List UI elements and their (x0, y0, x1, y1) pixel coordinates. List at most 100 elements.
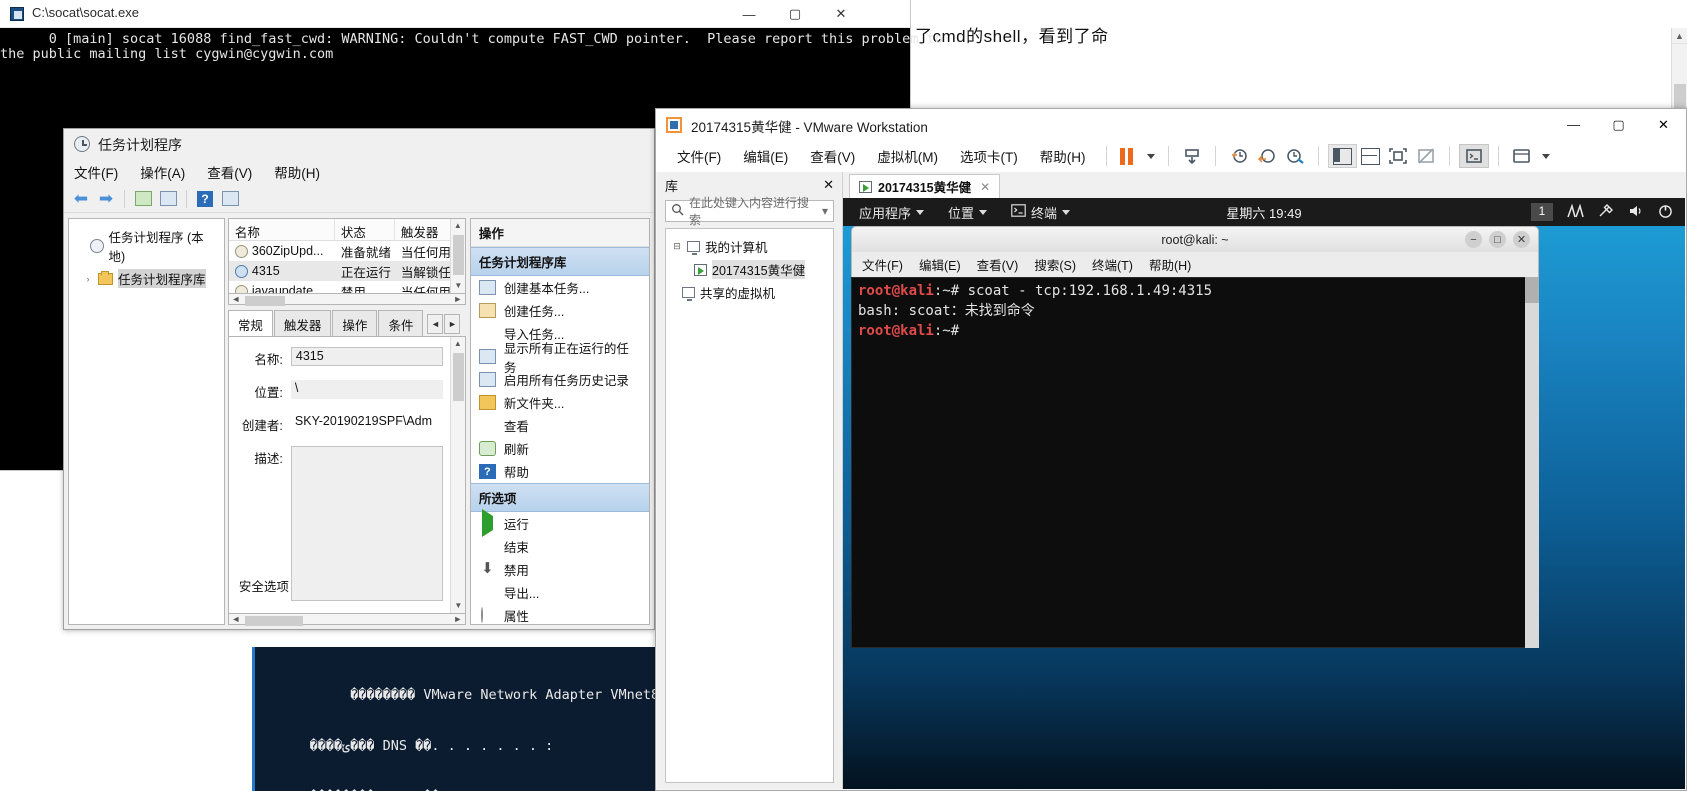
menu-item-action[interactable]: 操作(A) (140, 162, 185, 182)
show-pane-icon[interactable] (219, 188, 241, 210)
preferences-caret-icon[interactable] (1536, 144, 1554, 168)
help-icon[interactable]: ? (194, 188, 216, 210)
table-row[interactable]: 4315 正在运行 当解锁任 (228, 261, 465, 281)
tab-actions[interactable]: 操作 (332, 310, 378, 338)
close-button[interactable]: ✕ (1513, 231, 1530, 248)
scrollbar-thumb[interactable] (244, 296, 285, 306)
scrollbar-thumb[interactable] (452, 235, 464, 275)
full-screen-icon[interactable] (1384, 144, 1412, 168)
terminal-scrollbar[interactable] (1525, 277, 1539, 648)
library-item-my-computer[interactable]: ⊟ 我的计算机 (670, 235, 829, 258)
snapshot-revert-icon[interactable] (1253, 144, 1281, 168)
task-detail-vertical-scrollbar[interactable]: ▲ ▼ (449, 337, 466, 613)
task-description-textarea[interactable] (290, 446, 443, 601)
properties-icon[interactable] (132, 188, 154, 210)
task-name-input[interactable]: 4315 (290, 347, 443, 366)
close-icon[interactable]: ✕ (823, 177, 834, 193)
action-create-basic-task[interactable]: 创建基本任务... (471, 276, 649, 299)
snapshot-take-icon[interactable] (1178, 144, 1206, 168)
task-detail-horizontal-scrollbar[interactable]: ◄ ► (227, 614, 466, 626)
task-list-vertical-scrollbar[interactable]: ▲ ▼ (449, 219, 465, 293)
task-list-horizontal-scrollbar[interactable]: ◄ ► (227, 294, 466, 306)
panel-icon[interactable] (157, 188, 179, 210)
scroll-right-icon[interactable]: ► (451, 294, 465, 304)
menu-item-help[interactable]: 帮助(H) (1029, 141, 1097, 171)
action-view[interactable]: 查看 (471, 414, 649, 437)
scroll-up-icon[interactable]: ▲ (451, 219, 465, 233)
show-library-icon[interactable] (1327, 144, 1357, 168)
scroll-left-icon[interactable]: ◄ (229, 614, 243, 624)
table-row[interactable]: javaupdate... 禁用 当任何用 (229, 281, 465, 293)
menu-item-tabs[interactable]: 选项卡(T) (949, 141, 1029, 171)
unity-mode-icon[interactable] (1412, 144, 1440, 168)
kali-menu-places[interactable]: 位置 (936, 203, 999, 222)
tree-expander[interactable]: ⊟ (672, 241, 682, 252)
scroll-down-icon[interactable]: ▼ (451, 279, 465, 293)
library-item-shared-vms[interactable]: 共享的虚拟机 (670, 281, 829, 304)
forward-icon[interactable]: ➡ (95, 188, 117, 210)
tab-conditions[interactable]: 条件 (378, 310, 424, 338)
preferences-icon[interactable] (1508, 144, 1536, 168)
menu-item-file[interactable]: 文件(F) (666, 141, 732, 171)
menu-item-file[interactable]: 文件(F) (862, 255, 903, 274)
action-show-running-tasks[interactable]: 显示所有正在运行的任务 (471, 342, 649, 375)
socat-title-bar[interactable]: C:\socat\socat.exe — ▢ ✕ (0, 0, 910, 28)
action-refresh[interactable]: 刷新 (471, 437, 649, 460)
menu-item-edit[interactable]: 编辑(E) (919, 255, 961, 274)
search-placeholder[interactable]: 在此处键入内容进行搜索 (689, 194, 817, 228)
column-header-status[interactable]: 状态 (335, 219, 395, 240)
action-disable[interactable]: ⬇ 禁用 (471, 558, 649, 581)
menu-item-edit[interactable]: 编辑(E) (732, 141, 799, 171)
menu-item-terminal[interactable]: 终端(T) (1092, 255, 1133, 274)
keyboard-icon[interactable] (1598, 203, 1614, 221)
power-icon[interactable] (1658, 204, 1673, 221)
action-end[interactable]: 结束 (471, 535, 649, 558)
table-row[interactable]: 360ZipUpd... 准备就绪 当任何用 (229, 241, 465, 261)
action-properties[interactable]: 属性 (471, 604, 649, 624)
menu-item-view[interactable]: 查看(V) (799, 141, 866, 171)
tab-triggers[interactable]: 触发器 (273, 310, 332, 338)
minimize-button[interactable]: — (726, 0, 772, 28)
show-thumbnails-icon[interactable] (1357, 144, 1384, 168)
action-new-folder[interactable]: 新文件夹... (471, 391, 649, 414)
scroll-left-icon[interactable]: ◄ (229, 294, 243, 304)
action-run[interactable]: 运行 (471, 509, 649, 537)
maximize-button[interactable]: ▢ (1596, 109, 1641, 140)
menu-item-view[interactable]: 查看(V) (207, 162, 252, 182)
chevron-down-icon[interactable]: ▾ (822, 204, 828, 218)
action-create-task[interactable]: 创建任务... (471, 299, 649, 322)
scroll-down-icon[interactable]: ▼ (451, 599, 466, 613)
scrollbar-thumb[interactable] (1525, 277, 1539, 303)
scroll-up-icon[interactable]: ▲ (451, 337, 465, 351)
terminal-title-bar[interactable]: root@kali: ~ − □ ✕ (851, 226, 1539, 252)
tab-scroll-right-button[interactable]: ► (444, 314, 461, 334)
action-enable-task-history[interactable]: 启用所有任务历史记录 (471, 368, 649, 391)
tab-scroll-left-button[interactable]: ◄ (427, 314, 444, 334)
tree-expander[interactable]: › (83, 274, 93, 284)
tab-general[interactable]: 常规 (227, 310, 273, 338)
menu-item-vm[interactable]: 虚拟机(M) (866, 141, 949, 171)
pause-icon[interactable] (1116, 144, 1137, 168)
vm-tab[interactable]: 20174315黄华健 ✕ (849, 174, 1001, 198)
workspace-indicator[interactable]: 1 (1531, 203, 1553, 221)
menu-item-file[interactable]: 文件(F) (74, 162, 118, 182)
vmware-title-bar[interactable]: 20174315黄华健 - VMware Workstation — ▢ ✕ (656, 109, 1686, 140)
maximize-button[interactable]: ▢ (772, 0, 818, 28)
kali-menu-terminal[interactable]: 终端 (999, 203, 1082, 222)
scroll-up-icon[interactable]: ▲ (1672, 28, 1687, 44)
network-icon[interactable] (1567, 203, 1584, 221)
menu-item-help[interactable]: 帮助(H) (1149, 255, 1191, 274)
tree-item-local[interactable]: 任务计划程序 (本地) (73, 225, 220, 267)
action-help[interactable]: ? 帮助 (471, 460, 649, 483)
terminal-output[interactable]: root@kali:~# scoat - tcp:192.168.1.49:43… (851, 277, 1539, 648)
library-item-vm[interactable]: 20174315黄华健 (670, 258, 829, 281)
dropdown-caret-icon[interactable] (1137, 144, 1159, 168)
minimize-button[interactable]: − (1465, 231, 1482, 248)
back-icon[interactable]: ⬅ (70, 188, 92, 210)
tree-item-library[interactable]: › 任务计划程序库 (73, 267, 220, 290)
column-header-name[interactable]: 名称 (229, 219, 335, 240)
close-button[interactable]: ✕ (1641, 109, 1686, 140)
kali-menu-applications[interactable]: 应用程序 (849, 203, 936, 222)
menu-item-help[interactable]: 帮助(H) (274, 162, 320, 182)
menu-item-search[interactable]: 搜索(S) (1034, 255, 1076, 274)
